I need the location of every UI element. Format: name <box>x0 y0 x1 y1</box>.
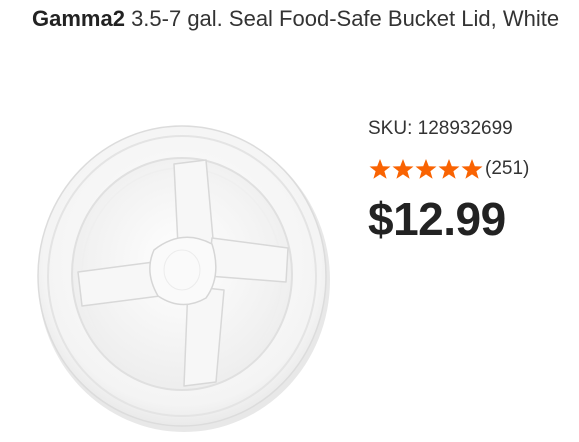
product-info: SKU: 128932699 (251) $12.99 <box>368 116 568 244</box>
product-name: 3.5-7 gal. Seal Food-Safe Bucket Lid, Wh… <box>124 6 560 31</box>
star-rating <box>368 158 483 180</box>
star-icon <box>392 159 414 179</box>
star-icon <box>438 159 460 179</box>
review-count[interactable]: (251) <box>485 158 529 180</box>
star-icon <box>415 159 437 179</box>
product-image[interactable] <box>36 100 346 435</box>
product-rating[interactable]: (251) <box>368 156 568 182</box>
product-card: Gamma2 3.5-7 gal. Seal Food-Safe Bucket … <box>0 0 579 442</box>
star-icon <box>369 159 391 179</box>
product-brand: Gamma2 <box>32 6 125 31</box>
product-sku: SKU: 128932699 <box>368 118 513 139</box>
product-price: $12.99 <box>368 193 506 245</box>
product-title[interactable]: Gamma2 3.5-7 gal. Seal Food-Safe Bucket … <box>32 4 562 34</box>
bucket-lid-image <box>37 125 330 432</box>
star-icon <box>461 159 483 179</box>
